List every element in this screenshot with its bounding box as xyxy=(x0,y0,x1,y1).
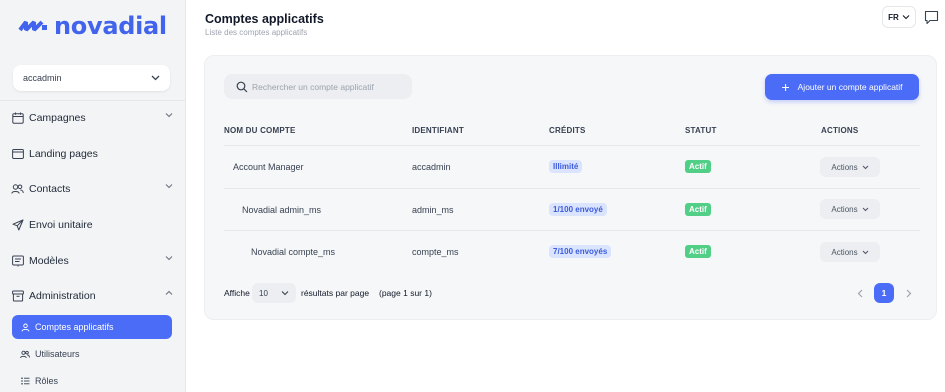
credits-badge: Illimité xyxy=(549,160,583,173)
search-icon xyxy=(236,81,248,92)
sidebar-item-administration[interactable]: Administration xyxy=(0,281,186,311)
sidebar-divider xyxy=(0,100,186,101)
row-actions-button[interactable]: Actions xyxy=(820,242,880,262)
plus-icon: + xyxy=(781,79,790,95)
page-title: Comptes applicatifs xyxy=(205,12,324,26)
status-badge: Actif xyxy=(685,160,711,173)
per-page-label: résultats par page xyxy=(301,288,370,298)
row-actions-label: Actions xyxy=(831,204,858,214)
sidebar-item-contacts[interactable]: Contacts xyxy=(0,174,186,204)
credits-badge: 1/100 envoyé xyxy=(549,203,607,216)
add-account-label: Ajouter un compte applicatif xyxy=(797,82,903,92)
page-button-current[interactable]: 1 xyxy=(874,283,894,303)
novadial-logo-icon xyxy=(18,20,47,32)
row-actions-label: Actions xyxy=(831,162,858,172)
table-row-identifier: compte_ms xyxy=(412,247,459,257)
status-badge: Actif xyxy=(685,203,711,216)
brand-logo[interactable]: novadial xyxy=(18,12,167,40)
sidebar-subitem-label: Utilisateurs xyxy=(35,349,80,359)
list-icon xyxy=(20,376,30,386)
sidebar-subitem-roles[interactable]: Rôles xyxy=(12,369,172,392)
sidebar-item-label: Campagnes xyxy=(29,112,86,124)
accounts-card: + Ajouter un compte applicatif NOM DU CO… xyxy=(204,55,937,320)
sidebar-subitem-label: Comptes applicatifs xyxy=(35,322,114,332)
per-page-value: 10 xyxy=(259,288,268,298)
credits-badge: 7/100 envoyés xyxy=(549,245,612,258)
sidebar-item-modeles[interactable]: Modèles xyxy=(0,246,186,276)
sidebar-item-label: Contacts xyxy=(29,183,71,195)
search-input[interactable] xyxy=(252,81,402,92)
sidebar-subitem-label: Rôles xyxy=(35,376,59,386)
calendar-icon xyxy=(11,112,24,125)
chevron-down-icon xyxy=(151,75,160,81)
users-icon xyxy=(11,183,24,196)
sidebar-item-campagnes[interactable]: Campagnes xyxy=(0,103,186,133)
language-value: FR xyxy=(888,12,899,22)
brand-name: novadial xyxy=(54,12,167,40)
add-account-button[interactable]: + Ajouter un compte applicatif xyxy=(765,74,919,100)
chevron-right-icon xyxy=(906,289,912,297)
table-row-name: Novadial compte_ms xyxy=(251,247,336,257)
column-header-credits[interactable]: CRÉDITS xyxy=(549,126,586,135)
table-divider xyxy=(224,145,920,146)
language-select[interactable]: FR xyxy=(882,6,916,28)
next-page-button[interactable] xyxy=(902,285,916,301)
sidebar-subitem-comptes-applicatifs[interactable]: Comptes applicatifs xyxy=(12,315,172,339)
chevron-down-icon xyxy=(862,250,868,254)
chevron-left-icon xyxy=(857,289,863,297)
row-actions-label: Actions xyxy=(831,247,858,257)
chevron-down-icon xyxy=(165,113,173,118)
sidebar-subitem-utilisateurs[interactable]: Utilisateurs xyxy=(12,342,172,366)
chevron-down-icon xyxy=(862,207,868,211)
user-icon xyxy=(20,322,30,332)
chevron-down-icon xyxy=(281,291,289,296)
sidebar-item-landing-pages[interactable]: Landing pages xyxy=(0,139,186,169)
page-info: (page 1 sur 1) xyxy=(379,288,432,298)
chevron-up-icon xyxy=(165,290,173,295)
chat-icon xyxy=(924,10,939,25)
table-divider xyxy=(224,188,920,189)
page-subtitle: Liste des comptes applicatifs xyxy=(205,28,308,37)
table-row-identifier: accadmin xyxy=(412,162,451,172)
browser-icon xyxy=(11,148,24,161)
show-label: Affiche xyxy=(224,288,250,298)
table-divider xyxy=(224,230,920,231)
sidebar-item-label: Administration xyxy=(29,290,96,302)
account-select-value: accadmin xyxy=(23,73,62,83)
row-actions-button[interactable]: Actions xyxy=(820,157,880,177)
chevron-down-icon xyxy=(165,256,173,261)
per-page-select[interactable]: 10 xyxy=(252,283,296,303)
column-header-actions: ACTIONS xyxy=(821,126,859,135)
table-row-name: Account Manager xyxy=(233,162,304,172)
table-row-identifier: admin_ms xyxy=(412,205,454,215)
sidebar-item-label: Modèles xyxy=(29,255,69,267)
template-icon xyxy=(11,255,24,268)
chevron-down-icon xyxy=(165,184,173,189)
send-icon xyxy=(11,219,24,232)
sidebar-item-envoi-unitaire[interactable]: Envoi unitaire xyxy=(0,210,186,240)
sidebar-item-label: Envoi unitaire xyxy=(29,219,93,231)
column-header-identifier[interactable]: IDENTIFIANT xyxy=(412,126,464,135)
account-select[interactable]: accadmin xyxy=(13,65,170,91)
chat-button[interactable] xyxy=(924,10,939,30)
column-header-name[interactable]: NOM DU COMPTE xyxy=(224,126,296,135)
archive-icon xyxy=(11,290,24,303)
table-row-name: Novadial admin_ms xyxy=(242,205,322,215)
sidebar: novadial accadmin Campagnes Landing page… xyxy=(0,0,186,392)
column-header-status[interactable]: STATUT xyxy=(685,126,717,135)
status-badge: Actif xyxy=(685,245,711,258)
row-actions-button[interactable]: Actions xyxy=(820,199,880,219)
search-box[interactable] xyxy=(224,74,412,99)
sidebar-item-label: Landing pages xyxy=(29,148,98,160)
chevron-down-icon xyxy=(902,15,910,20)
previous-page-button[interactable] xyxy=(853,285,867,301)
users-icon xyxy=(20,349,30,359)
chevron-down-icon xyxy=(862,165,868,169)
